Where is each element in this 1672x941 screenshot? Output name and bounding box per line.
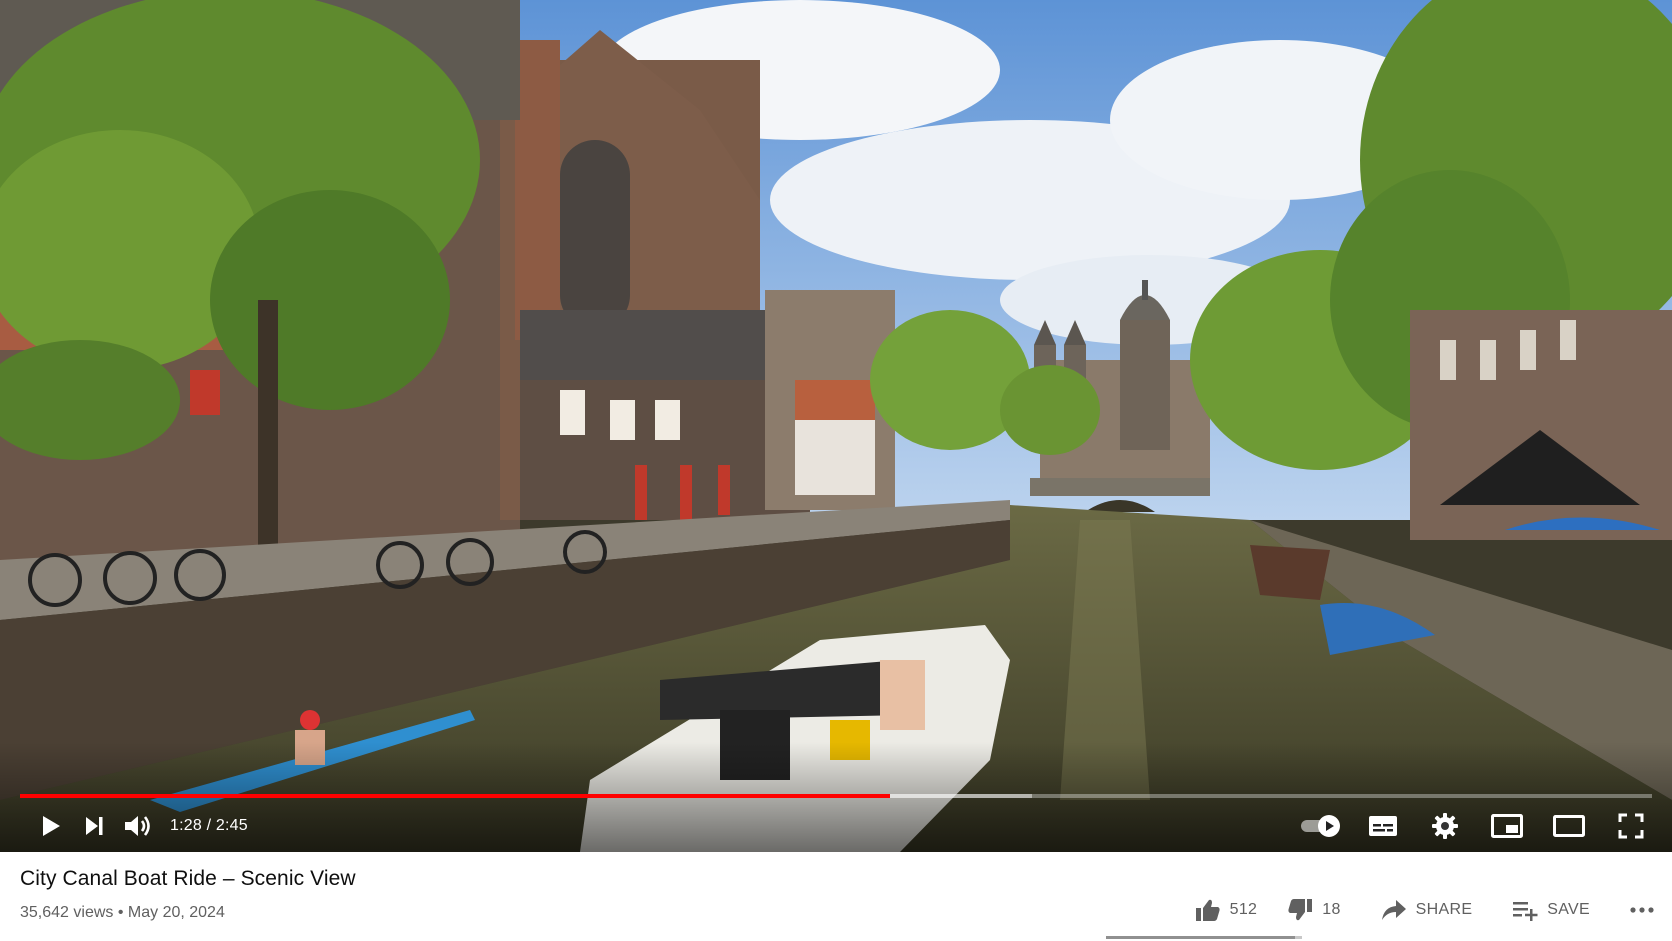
fullscreen-button[interactable]: [1600, 806, 1662, 846]
next-icon: [86, 817, 103, 835]
share-label: SHARE: [1415, 901, 1473, 918]
like-ratio-bar: [1106, 936, 1302, 939]
upload-date: May 20, 2024: [127, 904, 225, 921]
captions-icon: [1369, 816, 1397, 836]
like-count: 512: [1229, 901, 1258, 918]
play-icon: [43, 816, 60, 836]
time-display: 1:28 / 2:45: [170, 817, 248, 835]
like-button[interactable]: 512: [1195, 898, 1258, 922]
miniplayer-icon: [1491, 814, 1523, 838]
share-icon: [1381, 900, 1406, 920]
time-separator: /: [201, 817, 216, 834]
progress-bar[interactable]: [20, 794, 1652, 798]
save-button[interactable]: SAVE: [1512, 899, 1590, 921]
playlist-add-icon: [1513, 902, 1538, 921]
share-button[interactable]: SHARE: [1381, 899, 1473, 921]
player-controls: 1:28 / 2:45: [0, 806, 1672, 846]
theater-icon: [1553, 815, 1585, 837]
more-horizontal-icon: [1630, 907, 1654, 913]
action-bar: 512 18 SHARE SAVE: [1165, 894, 1654, 926]
captions-button[interactable]: [1352, 806, 1414, 846]
autoplay-toggle-icon: [1301, 815, 1340, 837]
save-label: SAVE: [1547, 901, 1590, 918]
video-player[interactable]: 1:28 / 2:45: [0, 0, 1672, 852]
play-button[interactable]: [28, 806, 72, 846]
video-meta: 35,642 views • May 20, 2024: [20, 904, 225, 922]
video-title: City Canal Boat Ride – Scenic View: [20, 867, 356, 890]
miniplayer-button[interactable]: [1476, 806, 1538, 846]
settings-button[interactable]: [1414, 806, 1476, 846]
volume-button[interactable]: [116, 806, 160, 846]
dislike-button[interactable]: 18: [1287, 898, 1340, 922]
time-total: 2:45: [215, 817, 248, 834]
volume-icon: [125, 816, 150, 836]
gear-icon: [1432, 813, 1458, 839]
next-button[interactable]: [72, 806, 116, 846]
video-info: City Canal Boat Ride – Scenic View 35,64…: [0, 852, 1672, 941]
like-ratio-fill: [1106, 936, 1296, 939]
progress-played: [20, 794, 890, 798]
more-button[interactable]: [1630, 906, 1654, 914]
thumbs-up-icon: [1195, 899, 1220, 921]
video-frame[interactable]: [0, 0, 1672, 852]
time-current: 1:28: [170, 817, 202, 834]
theater-button[interactable]: [1538, 806, 1600, 846]
meta-separator: •: [113, 904, 128, 921]
dislike-count: 18: [1322, 901, 1341, 918]
view-count: 35,642 views: [20, 904, 114, 921]
thumbs-down-icon: [1288, 899, 1313, 921]
fullscreen-icon: [1618, 813, 1644, 839]
autoplay-toggle[interactable]: [1290, 806, 1352, 846]
